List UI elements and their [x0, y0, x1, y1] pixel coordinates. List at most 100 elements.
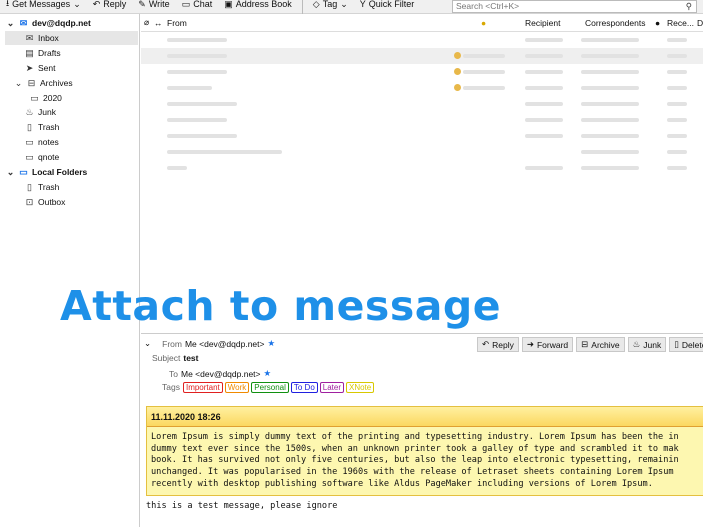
tag-column-icon[interactable]: ● — [481, 18, 486, 28]
chat-button[interactable]: ▭ Chat — [176, 0, 219, 11]
junk-column-icon[interactable]: ● — [655, 18, 660, 28]
star-icon[interactable]: ★ — [268, 338, 276, 349]
blurred-correspondent — [581, 102, 639, 106]
tag-later[interactable]: Later — [319, 382, 345, 393]
junk-icon: ♨ — [632, 339, 641, 349]
message-row[interactable] — [141, 96, 703, 112]
folder-outbox[interactable]: ⊡ Outbox — [25, 195, 66, 209]
download-icon: ⭳ — [6, 0, 10, 8]
folder-2020[interactable]: ▭ 2020 — [30, 91, 62, 105]
blurred-sender — [167, 118, 227, 122]
attach-to-message-overlay: Attach to message — [60, 282, 502, 330]
collapse-header-icon[interactable]: ⌄ — [144, 338, 151, 349]
archive-button[interactable]: ⊟ Archive — [576, 337, 625, 352]
message-header: ⌄ From Me <dev@dqdp.net> ★ Subject test To Me… — [141, 333, 703, 401]
outbox-icon: ⊡ — [25, 196, 34, 207]
folder-qnote[interactable]: ▭ qnote — [25, 150, 59, 164]
message-row[interactable] — [141, 32, 703, 48]
tag-xnote[interactable]: XNote — [346, 382, 375, 393]
search-input[interactable]: Search <Ctrl+K> ⚲ — [452, 0, 697, 13]
message-row[interactable] — [141, 144, 703, 160]
message-row[interactable] — [141, 80, 703, 96]
account-local-folders[interactable]: ⌄ ▭ Local Folders — [6, 165, 88, 179]
blurred-date — [667, 118, 687, 122]
blurred-sender — [167, 38, 227, 42]
mail-account-icon: ✉ — [19, 17, 28, 28]
note-text: Lorem Ipsum is simply dummy text of the … — [151, 432, 679, 489]
blurred-date — [667, 134, 687, 138]
message-row[interactable] — [141, 64, 703, 80]
tag-list: Important Work Personal To Do Later XNote — [182, 382, 376, 393]
reply-button[interactable]: ↶ Reply — [87, 0, 133, 11]
message-list-header: ⌀ ↔ From ● Recipient Correspondents ● Re… — [141, 14, 703, 32]
tag-dot-icon — [454, 84, 461, 91]
tag-button[interactable]: ◇ Tag ⌄ — [307, 0, 354, 11]
blurred-sender — [167, 166, 187, 170]
message-row[interactable] — [141, 160, 703, 176]
quick-filter-button[interactable]: Y Quick Filter — [354, 0, 421, 11]
address-book-button[interactable]: ▣ Address Book — [218, 0, 298, 11]
chevron-down-icon[interactable]: ⌄ — [6, 167, 15, 178]
inbox-icon: ✉ — [25, 32, 34, 43]
trash-icon: ▯ — [674, 339, 679, 349]
blurred-recipient — [525, 86, 563, 90]
folder-archives[interactable]: ⌄ ⊟ Archives — [14, 76, 73, 90]
toolbar-separator — [301, 0, 303, 14]
write-button[interactable]: ✎ Write — [132, 0, 175, 11]
message-row[interactable] — [141, 128, 703, 144]
folder-sent[interactable]: ➤ Sent — [25, 61, 56, 75]
to-address[interactable]: Me <dev@dqdp.net> — [181, 369, 261, 379]
column-received[interactable]: Rece... — [667, 18, 694, 28]
sent-icon: ➤ — [25, 62, 34, 73]
folder-junk[interactable]: ♨ Junk — [25, 105, 56, 119]
chevron-down-icon[interactable]: ⌄ — [14, 78, 23, 89]
main-toolbar: ⭳ Get Messages ⌄ ↶ Reply ✎ Write ▭ Chat ▣ Addr… — [0, 0, 703, 14]
forward-button[interactable]: ➜ Forward — [521, 337, 574, 352]
thread-column-icon[interactable]: ↔ — [154, 18, 163, 28]
blurred-correspondent — [581, 166, 639, 170]
blurred-subject — [463, 54, 505, 58]
junk-icon: ♨ — [25, 106, 34, 117]
folder-drafts[interactable]: ▤ Drafts — [25, 46, 60, 60]
tag-personal[interactable]: Personal — [251, 382, 289, 393]
chevron-down-icon[interactable]: ⌄ — [73, 0, 81, 10]
attachment-column-icon[interactable]: ⌀ — [144, 17, 149, 28]
blurred-correspondent — [581, 38, 639, 42]
tag-dot-icon — [454, 52, 461, 59]
tag-important[interactable]: Important — [182, 382, 223, 393]
folder-inbox[interactable]: ✉ Inbox — [5, 31, 138, 45]
address-book-icon: ▣ — [224, 0, 233, 9]
account-dev[interactable]: ⌄ ✉ dev@dqdp.net — [6, 16, 91, 30]
message-row[interactable] — [141, 48, 703, 64]
search-icon[interactable]: ⚲ — [686, 1, 692, 12]
blurred-correspondent — [581, 118, 639, 122]
folder-notes[interactable]: ▭ notes — [25, 135, 59, 149]
blurred-correspondent — [581, 54, 639, 58]
archive-icon: ⊟ — [27, 77, 36, 88]
folder-icon: ▭ — [30, 92, 39, 103]
tag-work[interactable]: Work — [224, 382, 250, 393]
blurred-recipient — [525, 118, 563, 122]
folder-local-trash[interactable]: ▯ Trash — [25, 180, 59, 194]
message-row[interactable] — [141, 112, 703, 128]
note-date: 11.11.2020 18:26 — [147, 407, 703, 427]
column-recipient[interactable]: Recipient — [525, 18, 560, 28]
delete-button[interactable]: ▯Delete — [669, 337, 703, 352]
column-d[interactable]: D — [697, 18, 703, 28]
star-icon[interactable]: ★ — [264, 368, 272, 379]
junk-button[interactable]: ♨ Junk — [627, 337, 667, 352]
reply-button[interactable]: ↶ Reply — [477, 337, 519, 352]
folder-trash[interactable]: ▯ Trash — [25, 120, 59, 134]
blurred-sender — [167, 54, 227, 58]
blurred-subject — [463, 86, 505, 90]
archive-icon: ⊟ — [581, 339, 589, 349]
blurred-sender — [167, 70, 227, 74]
subject-value: test — [183, 353, 199, 363]
column-correspondents[interactable]: Correspondents — [585, 18, 645, 28]
column-from[interactable]: From — [167, 18, 187, 28]
from-address[interactable]: Me <dev@dqdp.net> — [185, 339, 265, 349]
chevron-down-icon[interactable]: ⌄ — [6, 18, 15, 29]
tag-to-do[interactable]: To Do — [290, 382, 318, 393]
drafts-icon: ▤ — [25, 47, 34, 58]
get-messages-button[interactable]: ⭳ Get Messages ⌄ — [0, 0, 87, 11]
